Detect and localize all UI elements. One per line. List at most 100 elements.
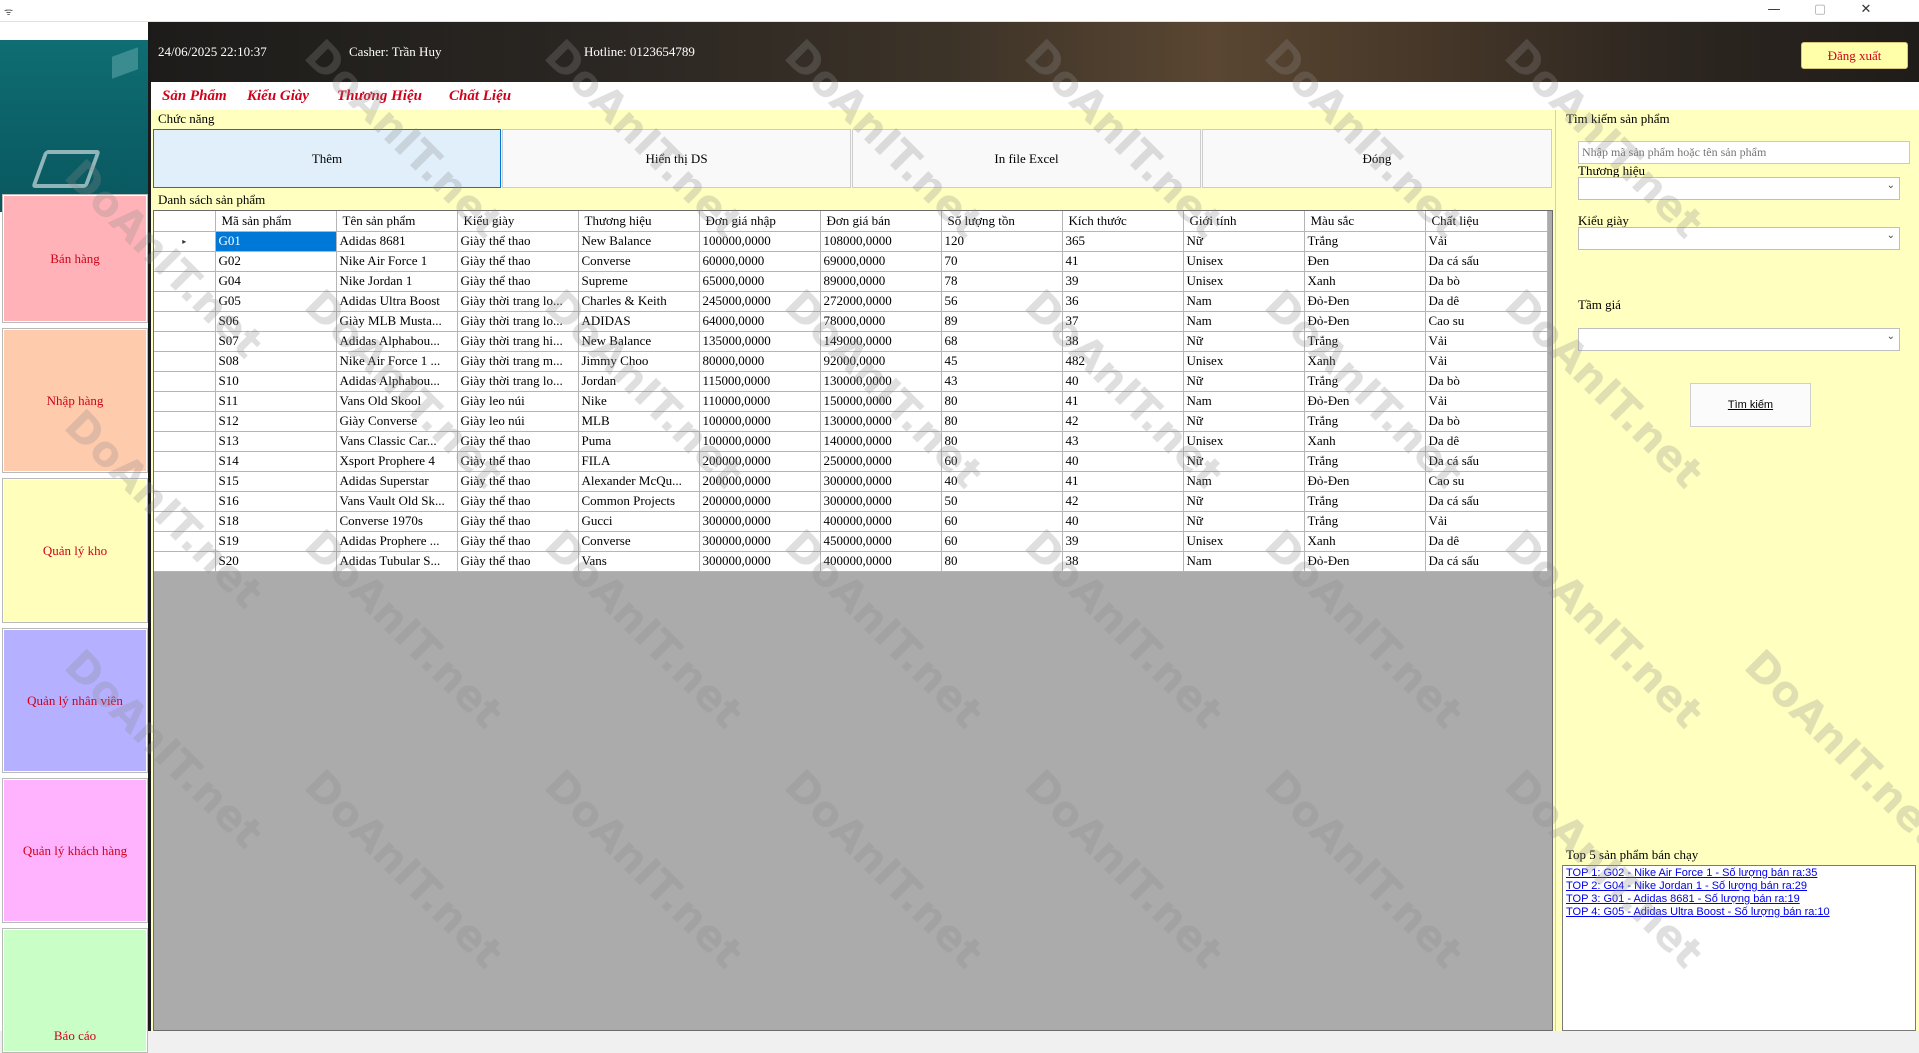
col-chat-lieu[interactable]: Chất liệu [1425,211,1548,232]
menu-item-san-pham[interactable]: Sản Phẩm [162,88,227,105]
table-row[interactable]: G04 Nike Jordan 1 Giày thể thao Supreme 650… [154,271,1548,292]
table-cell[interactable]: Da bò [1425,411,1548,432]
table-row[interactable]: S08 Nike Air Force 1 ... Giày thời trang m… [154,351,1548,372]
table-cell[interactable]: Da cá sấu [1425,491,1548,512]
table-cell[interactable]: Da bò [1425,271,1548,292]
table-cell[interactable]: Nữ [1183,411,1305,432]
table-cell[interactable]: Alexander McQu... [578,471,700,492]
table-cell[interactable]: Vải [1425,351,1548,372]
table-cell[interactable]: Puma [578,431,700,452]
table-cell[interactable]: Nike [578,391,700,412]
table-cell[interactable]: 70 [941,251,1063,272]
table-cell[interactable]: Converse 1970s [336,511,458,532]
col-mau-sac[interactable]: Màu sắc [1304,211,1426,232]
col-ma-san-pham[interactable]: Mã sản phẩm [215,211,337,232]
table-cell[interactable]: 300000,0000 [699,511,821,532]
top5-item[interactable]: TOP 2: G04 - Nike Jordan 1 - Số lượng bá… [1566,880,1912,893]
table-cell[interactable]: Nam [1183,391,1305,412]
table-cell[interactable]: 100000,0000 [699,411,821,432]
show-list-button[interactable]: Hiển thị DS [502,129,851,188]
table-cell[interactable]: Giày thời trang lo... [457,371,579,392]
sidebar-item-bao-cao[interactable]: Báo cáo [2,928,148,1053]
table-row[interactable]: ▸ G01 Adidas 8681 Giày thể thao New Balance 1… [154,231,1548,252]
table-cell[interactable]: Đỏ-Đen [1304,471,1426,492]
row-header[interactable] [154,391,216,412]
table-cell[interactable]: 42 [1062,491,1184,512]
table-cell[interactable]: Vans Vault Old Sk... [336,491,458,512]
col-so-luong-ton[interactable]: Số lượng tồn [941,211,1063,232]
table-cell[interactable]: 149000,0000 [820,331,942,352]
table-cell[interactable]: 60 [941,511,1063,532]
row-header[interactable] [154,351,216,372]
table-cell[interactable]: Giày thời trang hi... [457,331,579,352]
table-cell[interactable]: 40 [1062,451,1184,472]
table-cell[interactable]: 36 [1062,291,1184,312]
table-cell[interactable]: 89000,0000 [820,271,942,292]
table-cell[interactable]: 365 [1062,231,1184,252]
table-cell[interactable]: Giày thể thao [457,451,579,472]
table-cell[interactable]: 50 [941,491,1063,512]
table-row[interactable]: G02 Nike Air Force 1 Giày thể thao Converse… [154,251,1548,272]
row-header[interactable] [154,551,216,572]
table-cell[interactable]: Unisex [1183,251,1305,272]
close-form-button[interactable]: Đóng [1202,129,1552,188]
table-cell[interactable]: 69000,0000 [820,251,942,272]
table-cell[interactable]: Vải [1425,331,1548,352]
table-cell[interactable]: 300000,0000 [699,551,821,572]
table-cell[interactable]: 108000,0000 [820,231,942,252]
table-row[interactable]: S19 Adidas Prophere ... Giày thể thao Conve… [154,531,1548,552]
table-cell[interactable]: Nữ [1183,511,1305,532]
table-cell[interactable]: 40 [941,471,1063,492]
table-cell[interactable]: New Balance [578,331,700,352]
table-cell[interactable]: Converse [578,531,700,552]
table-cell[interactable]: 41 [1062,391,1184,412]
row-header[interactable] [154,471,216,492]
table-cell[interactable]: Da cá sấu [1425,251,1548,272]
search-button[interactable]: Tìm kiếm [1690,383,1811,427]
row-header[interactable] [154,451,216,472]
table-cell[interactable]: 250000,0000 [820,451,942,472]
brand-select[interactable]: ⌄ [1578,177,1900,200]
table-cell[interactable]: Unisex [1183,351,1305,372]
table-cell[interactable]: 400000,0000 [820,511,942,532]
table-cell[interactable]: S08 [215,351,337,372]
table-cell[interactable]: Vans Classic Car... [336,431,458,452]
table-cell[interactable]: 40 [1062,511,1184,532]
table-cell[interactable]: Vans [578,551,700,572]
col-thuong-hieu[interactable]: Thương hiệu [578,211,700,232]
table-cell[interactable]: Trắng [1304,231,1426,252]
table-cell[interactable]: S19 [215,531,337,552]
table-cell[interactable]: 300000,0000 [699,531,821,552]
table-cell[interactable]: 135000,0000 [699,331,821,352]
table-cell[interactable]: S10 [215,371,337,392]
table-cell[interactable]: 41 [1062,471,1184,492]
table-cell[interactable]: 38 [1062,551,1184,572]
table-cell[interactable]: 120 [941,231,1063,252]
table-cell[interactable]: Xanh [1304,431,1426,452]
table-cell[interactable]: Trắng [1304,451,1426,472]
table-cell[interactable]: 130000,0000 [820,411,942,432]
table-cell[interactable]: S13 [215,431,337,452]
table-cell[interactable]: 56 [941,291,1063,312]
table-cell[interactable]: 64000,0000 [699,311,821,332]
table-row[interactable]: S07 Adidas Alphabou... Giày thời trang hi.… [154,331,1548,352]
table-cell[interactable]: 140000,0000 [820,431,942,452]
table-cell[interactable]: 300000,0000 [820,471,942,492]
table-cell[interactable]: Adidas Alphabou... [336,371,458,392]
col-kieu-giay[interactable]: Kiểu giày [457,211,579,232]
table-cell[interactable]: MLB [578,411,700,432]
add-button[interactable]: Thêm [153,129,501,188]
table-cell[interactable]: Supreme [578,271,700,292]
row-header[interactable] [154,431,216,452]
table-cell[interactable]: Đỏ-Đen [1304,551,1426,572]
table-cell[interactable]: Giày thể thao [457,471,579,492]
row-header[interactable] [154,491,216,512]
table-cell[interactable]: 450000,0000 [820,531,942,552]
current-row-indicator-icon[interactable]: ▸ [154,231,216,252]
table-cell[interactable]: 38 [1062,331,1184,352]
table-cell[interactable]: 100000,0000 [699,231,821,252]
row-header[interactable] [154,291,216,312]
table-cell[interactable]: 130000,0000 [820,371,942,392]
table-cell[interactable]: 80 [941,391,1063,412]
table-cell[interactable]: FILA [578,451,700,472]
